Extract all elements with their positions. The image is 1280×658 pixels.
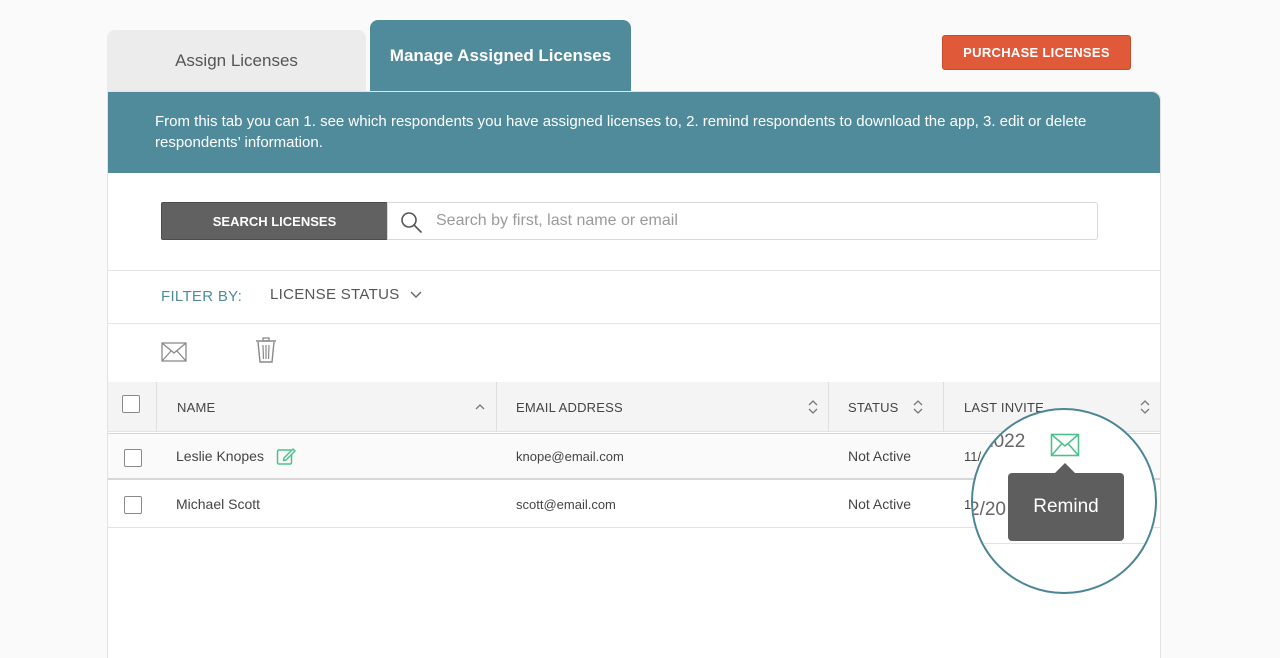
- tab-assign-licenses-label: Assign Licenses: [175, 51, 298, 70]
- row-checkbox[interactable]: [124, 496, 142, 514]
- edit-icon[interactable]: [276, 446, 296, 466]
- sort-ascending-icon[interactable]: [474, 399, 486, 415]
- respondent-email: knope@email.com: [516, 448, 624, 464]
- column-header-last-invite-label: LAST INVITE: [964, 399, 1044, 415]
- column-separator: [496, 382, 497, 432]
- search-icon: [401, 212, 422, 233]
- column-header-name[interactable]: NAME: [177, 382, 215, 432]
- magnifier-callout: 2022 2/20 Remind: [971, 408, 1157, 594]
- column-separator: [828, 382, 829, 432]
- magnified-date: 2022: [983, 431, 1026, 452]
- respondent-name: Leslie Knopes: [176, 448, 264, 464]
- column-header-status[interactable]: STATUS: [848, 382, 899, 432]
- sort-icon[interactable]: [807, 399, 819, 415]
- tab-manage-assigned-licenses-label: Manage Assigned Licenses: [389, 46, 612, 65]
- remind-tooltip-label: Remind: [1033, 496, 1099, 517]
- license-status-filter-dropdown[interactable]: LICENSE STATUS: [270, 286, 422, 303]
- sort-icon[interactable]: [1139, 399, 1151, 415]
- license-status: Not Active: [848, 448, 912, 464]
- respondent-email: scott@email.com: [516, 496, 616, 512]
- table-header: NAME EMAIL ADDRESS STATUS LAST INVITE: [108, 382, 1160, 432]
- column-header-status-label: STATUS: [848, 399, 899, 415]
- purchase-licenses-button[interactable]: PURCHASE LICENSES: [942, 35, 1131, 70]
- sort-icon[interactable]: [912, 399, 924, 415]
- column-header-email[interactable]: EMAIL ADDRESS: [516, 382, 623, 432]
- tab-manage-assigned-licenses[interactable]: Manage Assigned Licenses: [370, 20, 631, 92]
- chevron-down-icon: [410, 291, 422, 298]
- search-input[interactable]: [436, 203, 1086, 239]
- license-status-filter-label: LICENSE STATUS: [270, 286, 400, 303]
- divider: [108, 323, 1160, 324]
- remind-tooltip: Remind: [1008, 473, 1124, 541]
- info-banner: From this tab you can 1. see which respo…: [108, 92, 1160, 173]
- search-box: [387, 202, 1098, 240]
- column-header-email-label: EMAIL ADDRESS: [516, 399, 623, 415]
- magnified-date: 2/20: [971, 499, 1006, 520]
- trash-icon[interactable]: [254, 337, 278, 364]
- column-separator: [156, 382, 157, 432]
- remind-envelope-icon[interactable]: [1050, 433, 1080, 457]
- info-text: From this tab you can 1. see which respo…: [155, 113, 1087, 151]
- divider: [108, 270, 1160, 271]
- select-all-checkbox[interactable]: [122, 395, 140, 413]
- manage-licenses-panel: From this tab you can 1. see which respo…: [107, 91, 1161, 658]
- divider: [973, 543, 1155, 544]
- filter-by-label: FILTER BY:: [161, 288, 243, 305]
- column-header-name-label: NAME: [177, 399, 216, 415]
- row-checkbox[interactable]: [124, 449, 142, 467]
- envelope-icon[interactable]: [161, 342, 187, 362]
- license-status: Not Active: [848, 496, 912, 512]
- respondent-name: Michael Scott: [176, 496, 261, 512]
- search-licenses-button[interactable]: SEARCH LICENSES: [161, 202, 388, 240]
- column-separator: [943, 382, 944, 432]
- tab-assign-licenses[interactable]: Assign Licenses: [107, 30, 366, 92]
